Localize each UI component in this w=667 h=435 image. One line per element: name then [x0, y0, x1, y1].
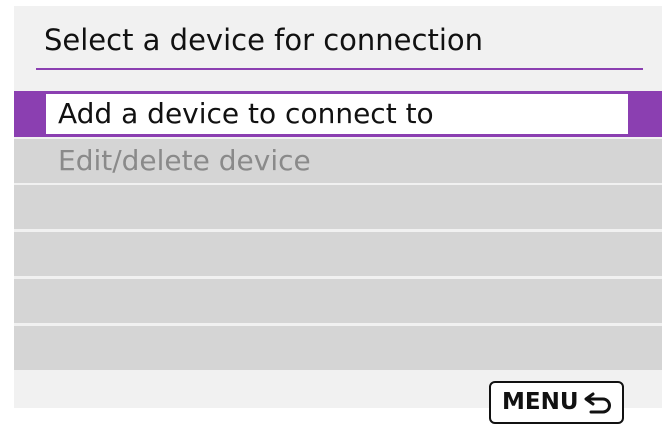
camera-screen-frame: Select a device for connection Add a dev…: [0, 0, 667, 435]
menu-button-label: MENU: [502, 389, 579, 415]
title-divider: [36, 68, 643, 70]
menu-item-label: Add a device to connect to: [58, 97, 434, 130]
menu-item-add-device[interactable]: Add a device to connect to: [14, 91, 662, 137]
menu-item-empty: [14, 326, 662, 370]
menu-item-highlight: Add a device to connect to: [46, 94, 628, 134]
menu-back-button[interactable]: MENU: [489, 381, 624, 424]
menu-item-edit-delete-device[interactable]: Edit/delete device: [14, 139, 662, 183]
menu-item-empty: [14, 232, 662, 276]
menu-item-label: Edit/delete device: [58, 144, 311, 177]
menu-item-empty: [14, 279, 662, 323]
screen-title: Select a device for connection: [44, 23, 484, 57]
return-arrow-icon: [584, 392, 611, 414]
menu-item-empty: [14, 185, 662, 229]
